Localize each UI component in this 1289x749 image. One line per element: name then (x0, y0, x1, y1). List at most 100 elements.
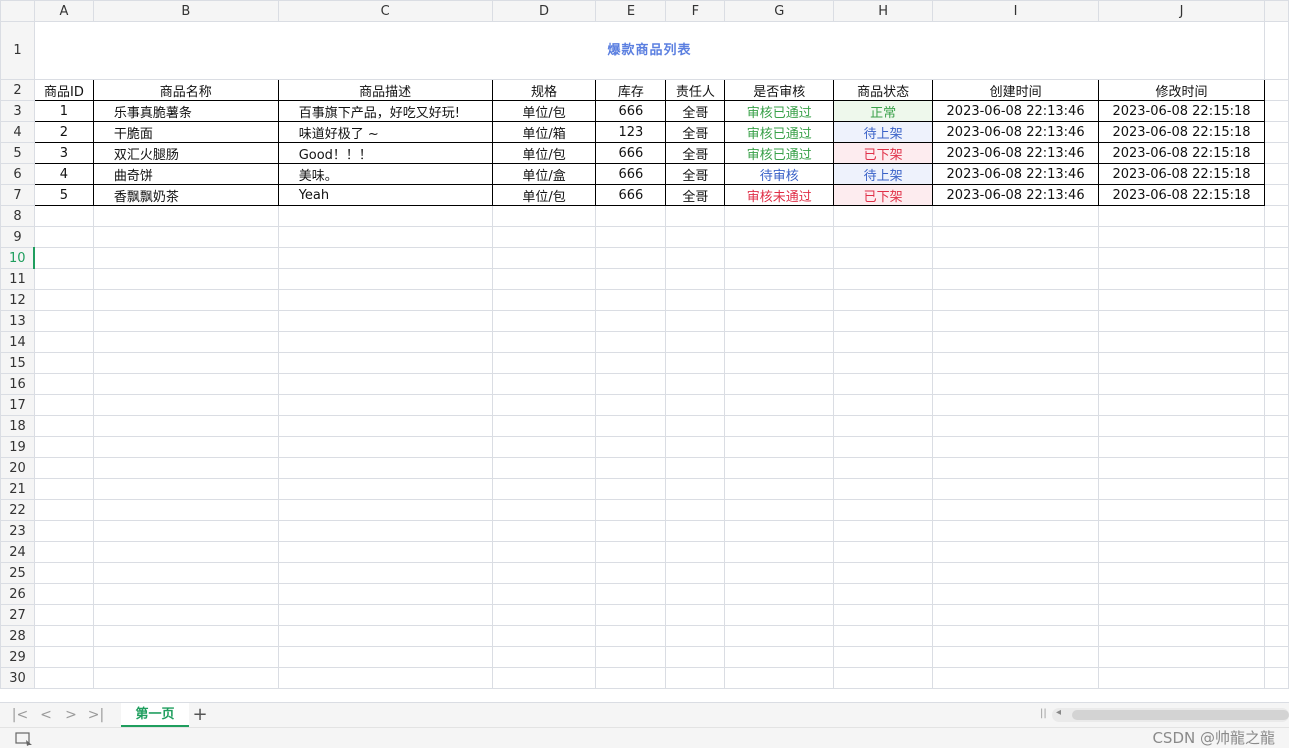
cell-audit[interactable]: 审核未通过 (724, 184, 835, 206)
empty-cell[interactable] (665, 415, 726, 437)
empty-cell[interactable] (724, 331, 835, 353)
empty-cell[interactable] (932, 331, 1100, 353)
empty-cell[interactable] (1263, 247, 1289, 269)
empty-cell[interactable] (491, 436, 597, 458)
empty-cell[interactable] (277, 310, 493, 332)
empty-cell[interactable] (833, 289, 934, 311)
empty-cell[interactable] (1098, 562, 1265, 584)
empty-cell[interactable] (33, 562, 94, 584)
cell-stock[interactable]: 666 (595, 163, 667, 185)
empty-cell[interactable] (665, 646, 726, 668)
column-header-g[interactable]: G (724, 0, 835, 22)
cell-owner[interactable]: 全哥 (665, 142, 726, 164)
empty-cell[interactable] (595, 352, 667, 374)
last-sheet-icon[interactable]: >| (86, 707, 106, 723)
scroll-split-handle[interactable]: || (1040, 708, 1048, 722)
empty-cell[interactable] (1263, 331, 1289, 353)
column-header-a[interactable]: A (33, 0, 94, 22)
empty-cell[interactable] (277, 226, 493, 248)
cell-owner[interactable]: 全哥 (665, 121, 726, 143)
header-cell[interactable]: 商品状态 (833, 79, 934, 101)
empty-cell[interactable] (33, 667, 94, 689)
empty-cell[interactable] (1263, 667, 1289, 689)
empty-cell[interactable] (724, 625, 835, 647)
empty-cell[interactable] (1263, 478, 1289, 500)
empty-cell[interactable] (724, 520, 835, 542)
empty-cell[interactable] (33, 415, 94, 437)
empty-cell[interactable] (932, 268, 1100, 290)
empty-cell[interactable] (833, 478, 934, 500)
empty-cell[interactable] (33, 436, 94, 458)
empty-cell[interactable] (1263, 268, 1289, 290)
cell-status[interactable]: 待上架 (833, 121, 934, 143)
column-header-c[interactable]: C (277, 0, 493, 22)
empty-cell[interactable] (724, 667, 835, 689)
empty-cell[interactable] (595, 310, 667, 332)
empty-cell[interactable] (491, 478, 597, 500)
cell-stock[interactable]: 666 (595, 184, 667, 206)
empty-cell[interactable] (491, 604, 597, 626)
cell-status[interactable]: 已下架 (833, 184, 934, 206)
empty-cell[interactable] (1263, 21, 1289, 80)
sheet-title[interactable]: 爆款商品列表 (33, 21, 1265, 80)
empty-cell[interactable] (724, 289, 835, 311)
empty-cell[interactable] (833, 331, 934, 353)
empty-cell[interactable] (1098, 394, 1265, 416)
empty-cell[interactable] (665, 520, 726, 542)
empty-cell[interactable] (665, 499, 726, 521)
empty-cell[interactable] (595, 667, 667, 689)
column-header-f[interactable]: F (665, 0, 726, 22)
cell-created[interactable]: 2023-06-08 22:13:46 (932, 184, 1100, 206)
row-header[interactable]: 1 (0, 21, 35, 80)
empty-cell[interactable] (1098, 310, 1265, 332)
row-header[interactable]: 4 (0, 121, 35, 143)
empty-cell[interactable] (595, 226, 667, 248)
row-header[interactable]: 7 (0, 184, 35, 206)
column-header-d[interactable]: D (491, 0, 597, 22)
empty-cell[interactable] (491, 541, 597, 563)
empty-cell[interactable] (932, 583, 1100, 605)
row-header[interactable]: 24 (0, 541, 35, 563)
empty-cell[interactable] (92, 415, 279, 437)
empty-cell[interactable] (491, 247, 597, 269)
select-all-corner[interactable] (0, 0, 35, 22)
empty-cell[interactable] (724, 436, 835, 458)
row-header[interactable]: 18 (0, 415, 35, 437)
cell-product-name[interactable]: 香飘飘奶茶 (92, 184, 279, 206)
empty-cell[interactable] (724, 205, 835, 227)
empty-cell[interactable] (33, 499, 94, 521)
column-header-e[interactable]: E (595, 0, 667, 22)
empty-cell[interactable] (92, 394, 279, 416)
empty-cell[interactable] (92, 247, 279, 269)
empty-cell[interactable] (724, 226, 835, 248)
empty-cell[interactable] (491, 667, 597, 689)
cell-created[interactable]: 2023-06-08 22:13:46 (932, 100, 1100, 122)
empty-cell[interactable] (1098, 520, 1265, 542)
row-header[interactable]: 27 (0, 604, 35, 626)
empty-cell[interactable] (665, 583, 726, 605)
empty-cell[interactable] (277, 541, 493, 563)
empty-cell[interactable] (932, 667, 1100, 689)
empty-cell[interactable] (491, 457, 597, 479)
empty-cell[interactable] (277, 625, 493, 647)
empty-cell[interactable] (595, 541, 667, 563)
empty-cell[interactable] (724, 394, 835, 416)
cell-product-name[interactable]: 干脆面 (92, 121, 279, 143)
empty-cell[interactable] (1263, 142, 1289, 164)
empty-cell[interactable] (932, 604, 1100, 626)
empty-cell[interactable] (665, 331, 726, 353)
empty-cell[interactable] (833, 562, 934, 584)
column-header-i[interactable]: I (932, 0, 1100, 22)
empty-cell[interactable] (932, 205, 1100, 227)
empty-cell[interactable] (665, 373, 726, 395)
cell-product-desc[interactable]: Yeah (277, 184, 493, 206)
empty-cell[interactable] (932, 352, 1100, 374)
empty-cell[interactable] (595, 205, 667, 227)
empty-cell[interactable] (1098, 478, 1265, 500)
empty-cell[interactable] (665, 289, 726, 311)
empty-cell[interactable] (277, 604, 493, 626)
empty-cell[interactable] (1263, 226, 1289, 248)
empty-cell[interactable] (1263, 583, 1289, 605)
row-header[interactable]: 17 (0, 394, 35, 416)
row-header[interactable]: 26 (0, 583, 35, 605)
